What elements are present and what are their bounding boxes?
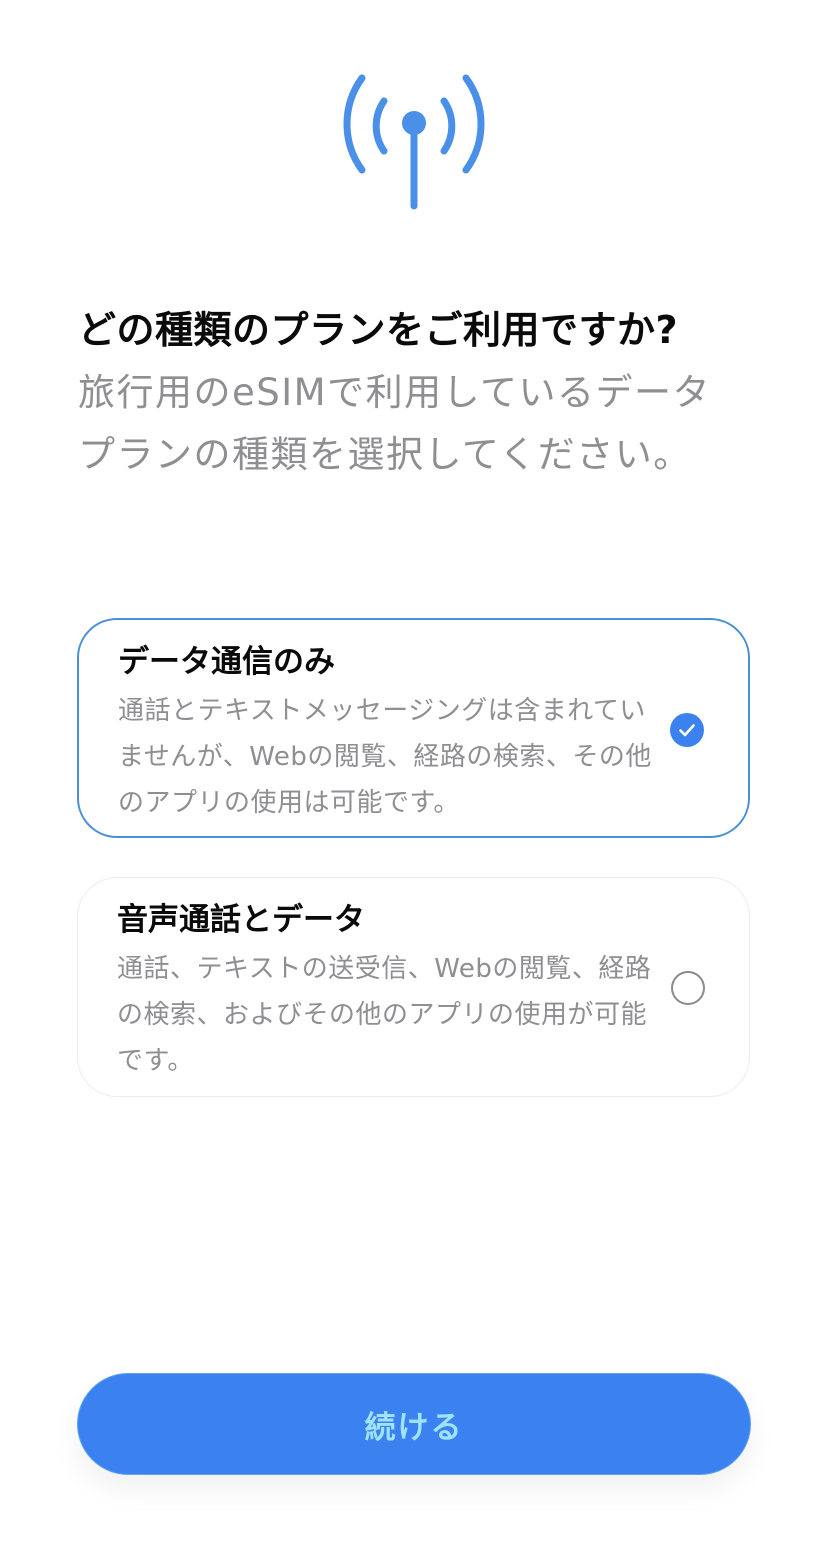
plan-option-data-only[interactable]: データ通信のみ 通話とテキストメッセージングは含まれていませんが、Webの閲覧、…	[77, 618, 750, 838]
option-title: データ通信のみ	[118, 644, 335, 680]
radio-unchecked-icon[interactable]	[671, 971, 705, 1005]
plan-option-voice-and-data[interactable]: 音声通話とデータ 通話、テキストの送受信、Webの閲覧、経路の検索、およびその他…	[77, 877, 750, 1097]
radio-checked-icon[interactable]	[670, 713, 704, 747]
option-title: 音声通話とデータ	[117, 902, 365, 938]
page-subtitle: 旅行用のeSIMで利用しているデータプランの種類を選択してください。	[78, 371, 711, 476]
page-title: どの種類のプランをご利用ですか?	[78, 308, 679, 352]
option-description: 通話、テキストの送受信、Webの閲覧、経路の検索、およびその他のアプリの使用が可…	[117, 954, 652, 1076]
antenna-signal-icon	[343, 74, 485, 210]
checkmark-icon	[679, 724, 695, 737]
option-description: 通話とテキストメッセージングは含まれていませんが、Webの閲覧、経路の検索、その…	[118, 696, 652, 818]
continue-button-label: 続ける	[364, 1409, 464, 1446]
continue-button[interactable]: 続ける	[77, 1373, 751, 1475]
